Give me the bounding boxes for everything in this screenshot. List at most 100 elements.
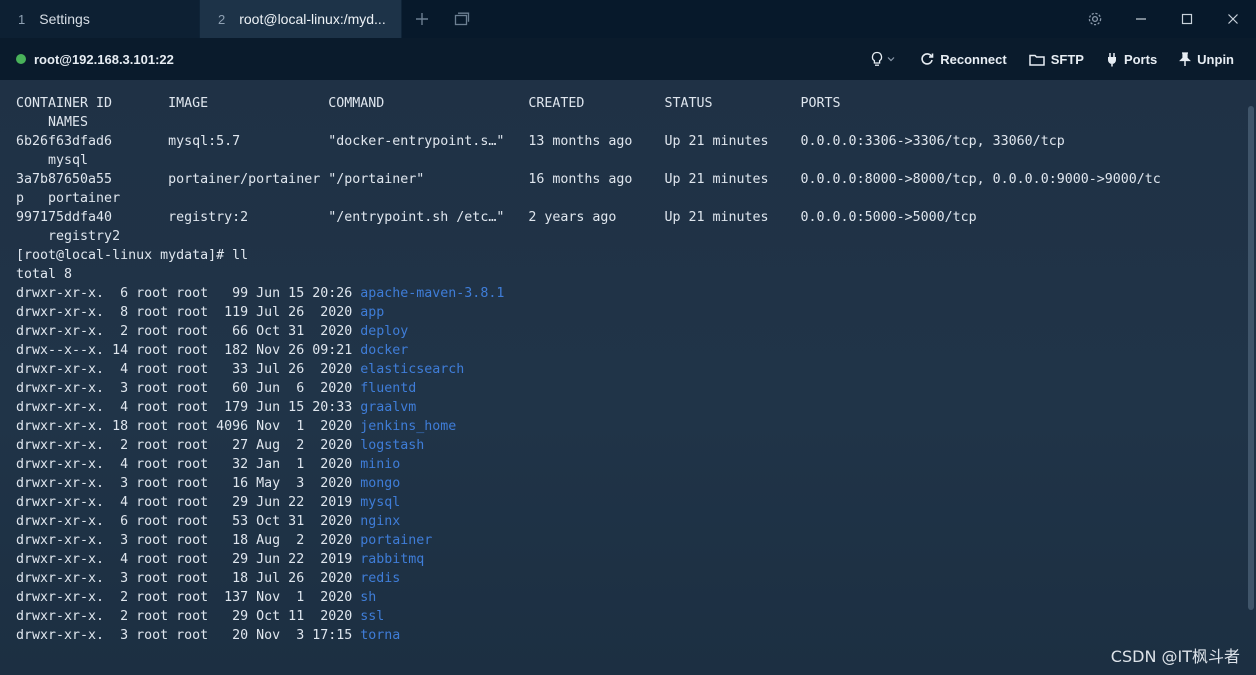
line-text: drwxr-xr-x. 8 root root 119 Jul 26 2020 bbox=[16, 305, 361, 320]
directory-name: sh bbox=[360, 590, 377, 605]
reconnect-button[interactable]: Reconnect bbox=[920, 51, 1007, 67]
line-text: drwxr-xr-x. 4 root root 179 Jun 15 20:33 bbox=[16, 400, 361, 415]
directory-name: nginx bbox=[360, 514, 401, 529]
tab-number: 2 bbox=[218, 11, 226, 27]
terminal-line: p portainer bbox=[16, 189, 1256, 208]
ports-button[interactable]: Ports bbox=[1106, 52, 1157, 67]
terminal-line: drwxr-xr-x. 3 root root 18 Jul 26 2020 r… bbox=[16, 569, 1256, 588]
line-text: drwxr-xr-x. 3 root root 18 Aug 2 2020 bbox=[16, 533, 361, 548]
tabs-layout-icon[interactable] bbox=[442, 0, 482, 38]
reconnect-label: Reconnect bbox=[940, 51, 1007, 67]
line-text: drwxr-xr-x. 18 root root 4096 Nov 1 2020 bbox=[16, 419, 361, 434]
close-icon[interactable] bbox=[1210, 0, 1256, 38]
terminal-line: drwxr-xr-x. 2 root root 27 Aug 2 2020 lo… bbox=[16, 436, 1256, 455]
terminal-line: drwxr-xr-x. 4 root root 32 Jan 1 2020 mi… bbox=[16, 455, 1256, 474]
directory-name: deploy bbox=[360, 324, 409, 339]
terminal-line: drwxr-xr-x. 4 root root 29 Jun 22 2019 m… bbox=[16, 493, 1256, 512]
terminal-line: drwxr-xr-x. 2 root root 137 Nov 1 2020 s… bbox=[16, 588, 1256, 607]
session-toolbar: root@192.168.3.101:22 Reconnect SFTP Por… bbox=[0, 38, 1256, 80]
watermark: CSDN @IT枫斗者 bbox=[1110, 647, 1240, 666]
lightbulb-icon bbox=[872, 51, 883, 66]
terminal-line: drwxr-xr-x. 6 root root 53 Oct 31 2020 n… bbox=[16, 512, 1256, 531]
line-text: drwxr-xr-x. 6 root root 53 Oct 31 2020 bbox=[16, 514, 361, 529]
connection-host: root@192.168.3.101:22 bbox=[34, 51, 174, 67]
line-text: drwxr-xr-x. 3 root root 60 Jun 6 2020 bbox=[16, 381, 361, 396]
folder-icon bbox=[1028, 54, 1045, 66]
terminal-line: drwxr-xr-x. 4 root root 29 Jun 22 2019 r… bbox=[16, 550, 1256, 569]
sftp-button[interactable]: SFTP bbox=[1028, 52, 1084, 67]
line-text: drwxr-xr-x. 4 root root 29 Jun 22 2019 bbox=[16, 495, 361, 510]
directory-name: docker bbox=[360, 343, 409, 358]
line-text: mysql bbox=[16, 153, 89, 168]
terminal-line: drwxr-xr-x. 2 root root 29 Oct 11 2020 s… bbox=[16, 607, 1256, 626]
terminal-line: drwxr-xr-x. 3 root root 18 Aug 2 2020 po… bbox=[16, 531, 1256, 550]
plus-icon[interactable] bbox=[402, 0, 442, 38]
directory-name: portainer bbox=[360, 533, 433, 548]
terminal-line: drwxr-xr-x. 2 root root 66 Oct 31 2020 d… bbox=[16, 322, 1256, 341]
terminal-line: drwxr-xr-x. 8 root root 119 Jul 26 2020 … bbox=[16, 303, 1256, 322]
refresh-icon bbox=[921, 53, 934, 65]
terminal-line: drwxr-xr-x. 3 root root 60 Jun 6 2020 fl… bbox=[16, 379, 1256, 398]
scrollbar[interactable] bbox=[1248, 106, 1254, 610]
terminal-line: drwxr-xr-x. 6 root root 99 Jun 15 20:26 … bbox=[16, 284, 1256, 303]
hints-button[interactable] bbox=[870, 51, 896, 67]
terminal-line: 3a7b87650a55 portainer/portainer "/porta… bbox=[16, 170, 1256, 189]
terminal-line: [root@local-linux mydata]# ll bbox=[16, 246, 1256, 265]
directory-name: rabbitmq bbox=[360, 552, 425, 567]
directory-name: redis bbox=[360, 571, 401, 586]
line-text: drwxr-xr-x. 3 root root 18 Jul 26 2020 bbox=[16, 571, 361, 586]
plug-icon bbox=[1107, 52, 1116, 66]
terminal-line: drwxr-xr-x. 4 root root 179 Jun 15 20:33… bbox=[16, 398, 1256, 417]
line-text: drwxr-xr-x. 4 root root 32 Jan 1 2020 bbox=[16, 457, 361, 472]
terminal-line: drwx--x--x. 14 root root 182 Nov 26 09:2… bbox=[16, 341, 1256, 360]
unpin-label: Unpin bbox=[1197, 51, 1234, 67]
directory-name: elasticsearch bbox=[360, 362, 465, 377]
terminal-line: mysql bbox=[16, 151, 1256, 170]
line-text: drwxr-xr-x. 2 root root 27 Aug 2 2020 bbox=[16, 438, 361, 453]
tab-title: Settings bbox=[39, 11, 90, 27]
terminal-line: NAMES bbox=[16, 113, 1256, 132]
tab-terminal-session[interactable]: 2 root@local-linux:/myd... bbox=[200, 0, 402, 38]
terminal-line: CONTAINER ID IMAGE COMMAND CREATED STATU… bbox=[16, 94, 1256, 113]
line-text: [root@local-linux mydata]# ll bbox=[16, 248, 249, 263]
line-text: drwxr-xr-x. 2 root root 66 Oct 31 2020 bbox=[16, 324, 361, 339]
terminal-line: drwxr-xr-x. 4 root root 33 Jul 26 2020 e… bbox=[16, 360, 1256, 379]
line-text: total 8 bbox=[16, 267, 73, 282]
line-text: drwxr-xr-x. 3 root root 16 May 3 2020 bbox=[16, 476, 361, 491]
unpin-button[interactable]: Unpin bbox=[1179, 52, 1234, 67]
line-text: 6b26f63dfad6 mysql:5.7 "docker-entrypoin… bbox=[16, 134, 1065, 149]
tab-settings[interactable]: 1 Settings bbox=[0, 0, 200, 38]
terminal-lines: CONTAINER ID IMAGE COMMAND CREATED STATU… bbox=[16, 94, 1256, 645]
directory-name: apache-maven-3.8.1 bbox=[360, 286, 505, 301]
line-text: 997175ddfa40 registry:2 "/entrypoint.sh … bbox=[16, 210, 977, 225]
terminal-line: drwxr-xr-x. 3 root root 16 May 3 2020 mo… bbox=[16, 474, 1256, 493]
directory-name: minio bbox=[360, 457, 401, 472]
line-text: drwxr-xr-x. 2 root root 29 Oct 11 2020 bbox=[16, 609, 361, 624]
terminal-output[interactable]: CONTAINER ID IMAGE COMMAND CREATED STATU… bbox=[0, 80, 1256, 675]
line-text: CONTAINER ID IMAGE COMMAND CREATED STATU… bbox=[16, 96, 841, 111]
directory-name: torna bbox=[360, 628, 401, 643]
directory-name: ssl bbox=[360, 609, 385, 624]
terminal-line: drwxr-xr-x. 18 root root 4096 Nov 1 2020… bbox=[16, 417, 1256, 436]
gear-icon[interactable] bbox=[1072, 0, 1118, 38]
directory-name: mysql bbox=[360, 495, 401, 510]
line-text: drwxr-xr-x. 3 root root 20 Nov 3 17:15 bbox=[16, 628, 361, 643]
tab-bar: 1 Settings 2 root@local-linux:/myd... bbox=[0, 0, 1256, 38]
pin-icon bbox=[1179, 51, 1192, 66]
chevron-down-icon bbox=[887, 57, 895, 62]
tab-title: root@local-linux:/myd... bbox=[239, 11, 386, 27]
directory-name: fluentd bbox=[360, 381, 417, 396]
directory-name: mongo bbox=[360, 476, 401, 491]
line-text: drwxr-xr-x. 4 root root 29 Jun 22 2019 bbox=[16, 552, 361, 567]
status-dot bbox=[16, 54, 26, 64]
maximize-icon[interactable] bbox=[1164, 0, 1210, 38]
line-text: drwxr-xr-x. 2 root root 137 Nov 1 2020 bbox=[16, 590, 361, 605]
line-text: NAMES bbox=[16, 115, 89, 130]
directory-name: jenkins_home bbox=[360, 419, 457, 434]
minimize-icon[interactable] bbox=[1118, 0, 1164, 38]
line-text: drwxr-xr-x. 6 root root 99 Jun 15 20:26 bbox=[16, 286, 361, 301]
terminal-line: drwxr-xr-x. 3 root root 20 Nov 3 17:15 t… bbox=[16, 626, 1256, 645]
line-text: 3a7b87650a55 portainer/portainer "/porta… bbox=[16, 172, 1161, 187]
terminal-line: 997175ddfa40 registry:2 "/entrypoint.sh … bbox=[16, 208, 1256, 227]
directory-name: app bbox=[360, 305, 385, 320]
